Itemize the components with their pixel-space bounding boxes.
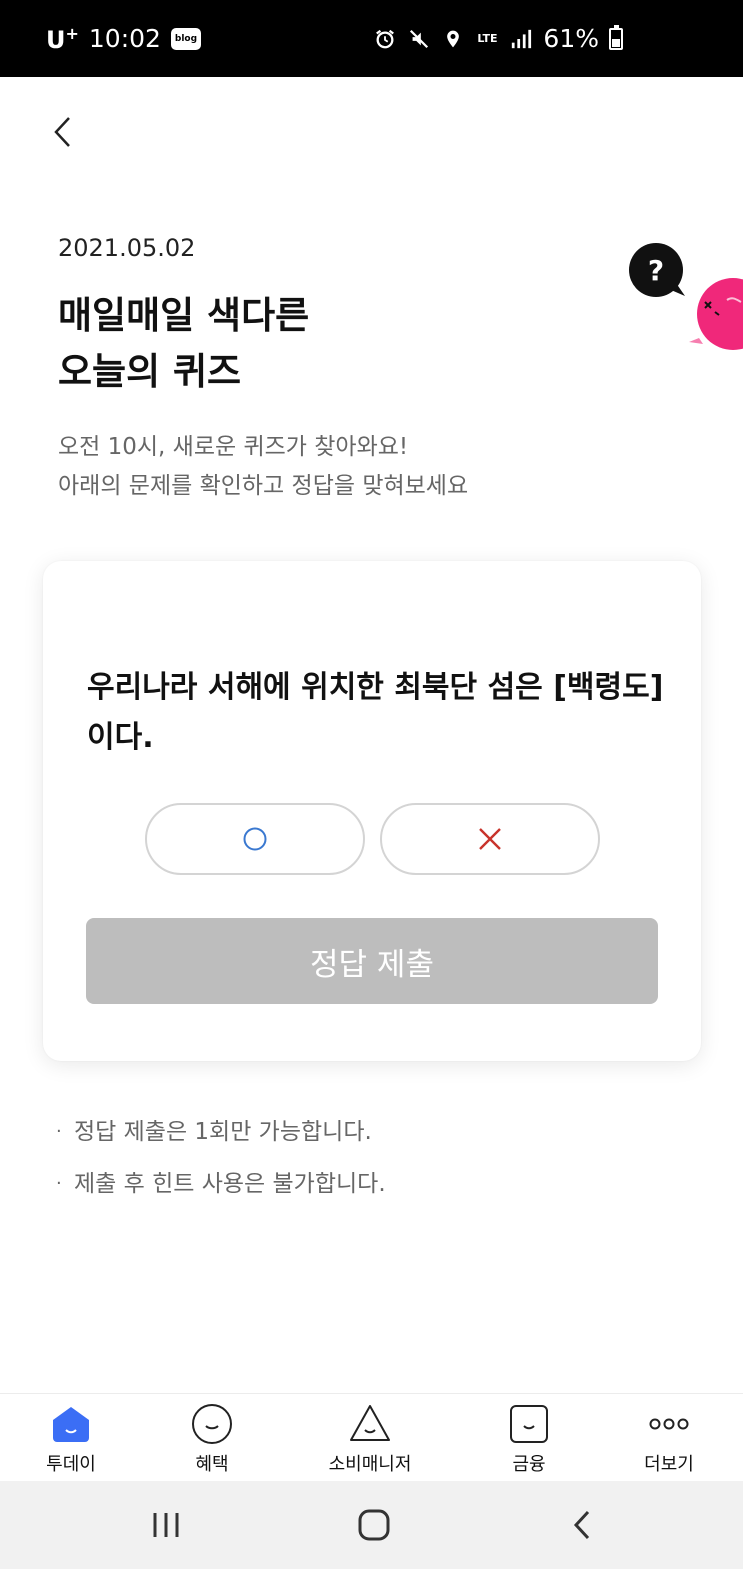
status-bar: U+ 10:02 blog LTE 61% [0,0,743,77]
note-item: · 정답 제출은 1회만 가능합니다. [56,1106,386,1158]
benefit-smile-icon [190,1402,234,1446]
title-line-1: 매일매일 색다른 [58,294,310,337]
chevron-left-icon [54,117,70,147]
subtitle-line-2: 아래의 문제를 확인하고 정답을 맞혀보세요 [58,473,469,499]
note-text: 정답 제출은 1회만 가능합니다. [74,1119,372,1145]
tab-label: 금융 [512,1454,546,1475]
tab-label: 더보기 [644,1454,694,1475]
tab-spending-manager[interactable]: 소비매니저 [315,1402,425,1478]
quiz-question: 우리나라 서해에 위치한 최북단 섬은 [백령도]이다. [87,670,664,755]
system-back-button[interactable] [552,1503,612,1547]
lte-icon: LTE [477,32,498,45]
square-smile-icon [507,1402,551,1446]
tab-label: 혜택 [195,1454,229,1475]
carrier-label: U+ [46,23,79,54]
signal-icon [509,27,533,51]
answer-x-button[interactable] [380,803,600,875]
clock: 10:02 [88,24,161,53]
quiz-card: 우리나라 서해에 위치한 최북단 섬은 [백령도]이다. 정답 제출 [43,561,701,1061]
quiz-mascot-illustration: ? [627,242,743,352]
blog-notification-icon: blog [170,27,201,50]
triangle-smile-icon [348,1402,392,1446]
x-icon [479,828,501,850]
recent-apps-button[interactable] [136,1503,196,1547]
note-item: · 제출 후 힌트 사용은 불가합니다. [56,1158,386,1210]
home-icon [358,1509,390,1541]
page-title: 매일매일 색다른 오늘의 퀴즈 [58,288,309,400]
system-navigation-bar [0,1481,743,1569]
tab-today[interactable]: 투데이 [16,1402,126,1478]
note-text: 제출 후 힌트 사용은 불가합니다. [74,1171,386,1197]
page-subtitle: 오전 10시, 새로운 퀴즈가 찾아와요! 아래의 문제를 확인하고 정답을 맞… [58,428,468,506]
tab-label: 투데이 [46,1454,96,1475]
quiz-date: 2021.05.02 [58,234,196,262]
bullet-icon: · [56,1121,62,1142]
battery-percent: 61% [543,24,599,53]
recent-apps-icon [153,1513,179,1537]
battery-icon [609,24,623,50]
answer-o-button[interactable] [145,803,365,875]
tab-more[interactable]: 더보기 [614,1402,724,1478]
more-dots-icon [647,1402,691,1446]
submit-answer-button[interactable]: 정답 제출 [86,918,658,1004]
subtitle-line-1: 오전 10시, 새로운 퀴즈가 찾아와요! [58,434,409,460]
alarm-icon [373,27,397,51]
mute-icon [407,27,431,51]
tab-finance[interactable]: 금융 [474,1402,584,1478]
bottom-tab-bar: 투데이 혜택 소비매니저 금융 더보기 [0,1393,743,1481]
location-icon [441,27,465,51]
tab-label: 소비매니저 [328,1454,412,1475]
pink-character-icon [689,278,743,350]
question-bubble-icon: ? [629,243,685,297]
home-button[interactable] [344,1503,404,1547]
title-line-2: 오늘의 퀴즈 [58,350,242,393]
svg-text:?: ? [648,254,664,287]
back-arrow-icon [573,1510,590,1540]
bullet-icon: · [56,1173,62,1194]
back-button[interactable] [44,112,80,152]
tab-benefit[interactable]: 혜택 [157,1402,267,1478]
circle-icon [243,827,267,851]
quiz-notes: · 정답 제출은 1회만 가능합니다. · 제출 후 힌트 사용은 불가합니다. [56,1106,386,1210]
today-icon [49,1402,93,1446]
